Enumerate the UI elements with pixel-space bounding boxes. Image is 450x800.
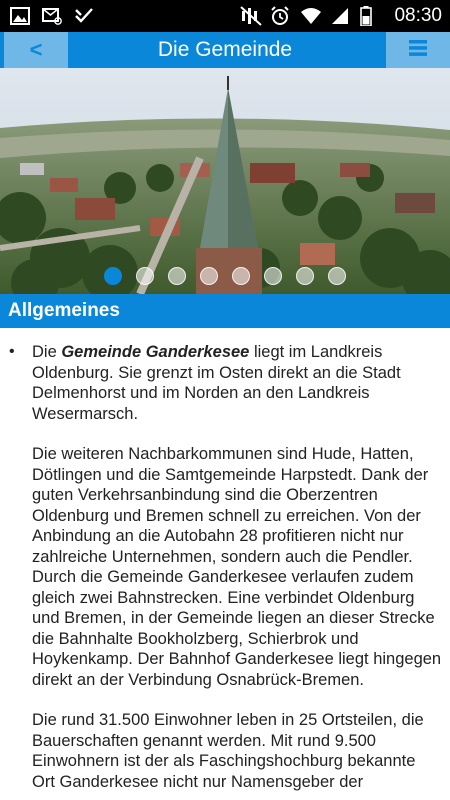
carousel-dot[interactable] [200, 267, 218, 285]
paragraph: Die weiteren Nachbarkommunen sind Hude, … [32, 445, 442, 689]
checkmark-icon [74, 6, 94, 26]
email-icon [42, 6, 62, 26]
carousel-dot[interactable] [264, 267, 282, 285]
article-content: • Die Gemeinde Ganderkesee liegt im Land… [0, 342, 450, 792]
carousel-dot[interactable] [296, 267, 314, 285]
bullet-point: • [9, 343, 15, 360]
paragraph: Die rund 31.500 Einwohner leben in 25 Or… [32, 711, 424, 791]
emphasis-text: Gemeinde Ganderkesee [61, 343, 250, 361]
alarm-icon [270, 6, 290, 26]
hero-carousel[interactable] [0, 68, 450, 294]
carousel-dot[interactable] [136, 267, 154, 285]
back-icon: < [29, 37, 43, 62]
wifi-icon [300, 6, 322, 26]
town-aerial-photo [0, 68, 450, 294]
hamburger-menu-icon [409, 39, 427, 61]
carousel-dot[interactable] [104, 267, 122, 285]
back-button[interactable]: < [4, 32, 68, 68]
battery-icon [360, 6, 380, 27]
menu-button[interactable] [386, 32, 450, 68]
carousel-indicators [0, 267, 450, 285]
paragraph: Die Gemeinde Ganderkesee liegt im Landkr… [32, 342, 442, 424]
status-bar: 08:30 [0, 0, 450, 32]
carousel-dot[interactable] [328, 267, 346, 285]
carousel-dot[interactable] [232, 267, 250, 285]
mute-icon [240, 6, 263, 26]
page-title: Die Gemeinde [157, 38, 293, 61]
section-title: Allgemeines [8, 300, 120, 321]
signal-icon [330, 6, 350, 26]
paragraph-text: Die [32, 343, 62, 361]
gallery-icon [10, 6, 30, 26]
app-bar: < Die Gemeinde [0, 32, 450, 68]
carousel-dot[interactable] [168, 267, 186, 285]
status-time: 08:30 [394, 5, 442, 26]
section-header: Allgemeines [0, 294, 450, 328]
